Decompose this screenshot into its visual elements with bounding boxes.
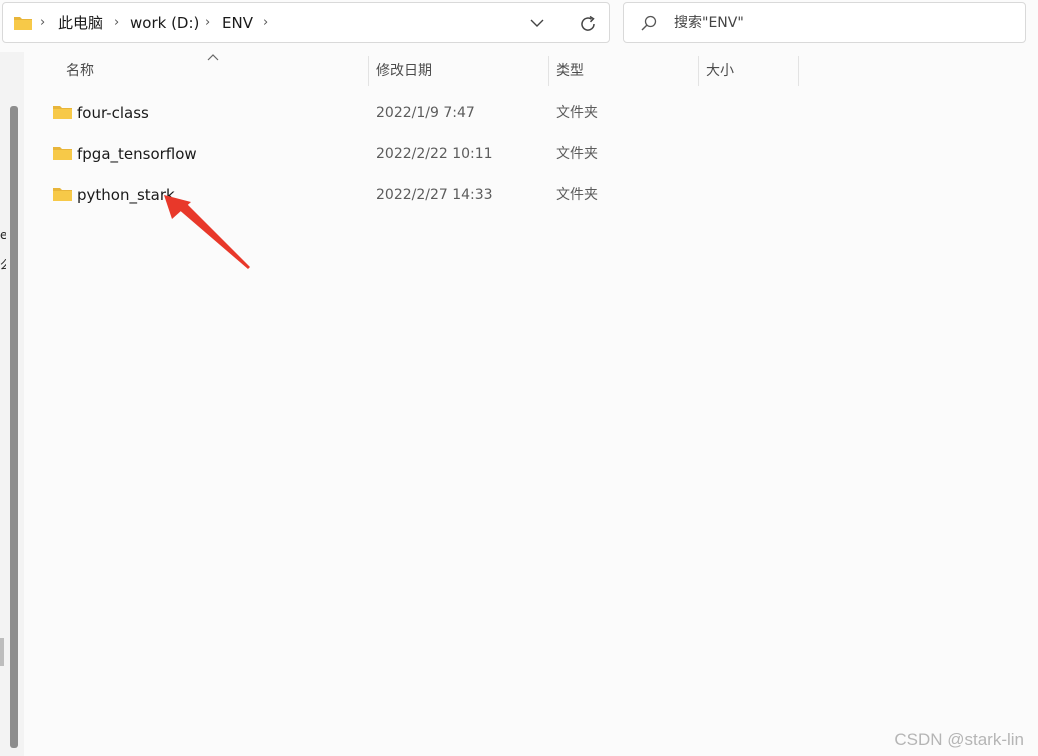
search-icon [641,15,657,31]
search-placeholder: 搜索"ENV" [674,15,744,31]
chevron-down-icon[interactable] [529,15,545,31]
column-divider[interactable] [368,56,369,86]
address-bar[interactable]: › 此电脑 › work (D:) › ENV › [2,2,610,43]
watermark: CSDN @stark-lin [894,730,1024,749]
chevron-right-icon[interactable]: › [263,13,268,33]
refresh-icon[interactable] [578,14,598,34]
nav-pane-clipped-text: 么 [0,258,6,272]
breadcrumb-env[interactable]: ENV [222,13,253,33]
file-date-modified: 2022/2/22 10:11 [376,146,493,162]
breadcrumb-drive[interactable]: work (D:) [130,13,199,33]
scrollbar[interactable] [10,106,18,748]
nav-pane-clipped-text: e [0,228,6,242]
chevron-right-icon: › [40,15,46,30]
column-header-name[interactable]: 名称 [66,56,366,86]
folder-icon [53,147,72,160]
chevron-right-icon[interactable]: › [114,13,119,33]
folder-icon [53,188,72,201]
nav-pane-selection-tab [0,638,4,666]
column-divider[interactable] [798,56,799,86]
file-date-modified: 2022/1/9 7:47 [376,105,475,121]
file-type: 文件夹 [556,105,598,121]
chevron-right-icon[interactable]: › [205,13,210,33]
file-row[interactable]: four-class 2022/1/9 7:47 文件夹 [40,94,800,132]
file-explorer-window: › 此电脑 › work (D:) › ENV › 搜索"ENV" e 么 名称… [0,0,1038,756]
search-input[interactable]: 搜索"ENV" [623,2,1026,43]
folder-icon [14,17,32,30]
file-type: 文件夹 [556,146,598,162]
column-header-date-modified[interactable]: 修改日期 [376,56,546,86]
annotation-arrow-icon [164,195,250,269]
breadcrumb-this-pc[interactable]: 此电脑 [58,13,103,33]
column-header-size[interactable]: 大小 [706,56,796,86]
column-divider[interactable] [698,56,699,86]
file-name[interactable]: fpga_tensorflow [77,144,197,164]
folder-icon [53,106,72,119]
column-divider[interactable] [548,56,549,86]
file-row[interactable]: fpga_tensorflow 2022/2/22 10:11 文件夹 [40,135,800,173]
file-name[interactable]: four-class [77,103,149,123]
column-header-type[interactable]: 类型 [556,56,696,86]
file-date-modified: 2022/2/27 14:33 [376,187,493,203]
file-type: 文件夹 [556,187,598,203]
